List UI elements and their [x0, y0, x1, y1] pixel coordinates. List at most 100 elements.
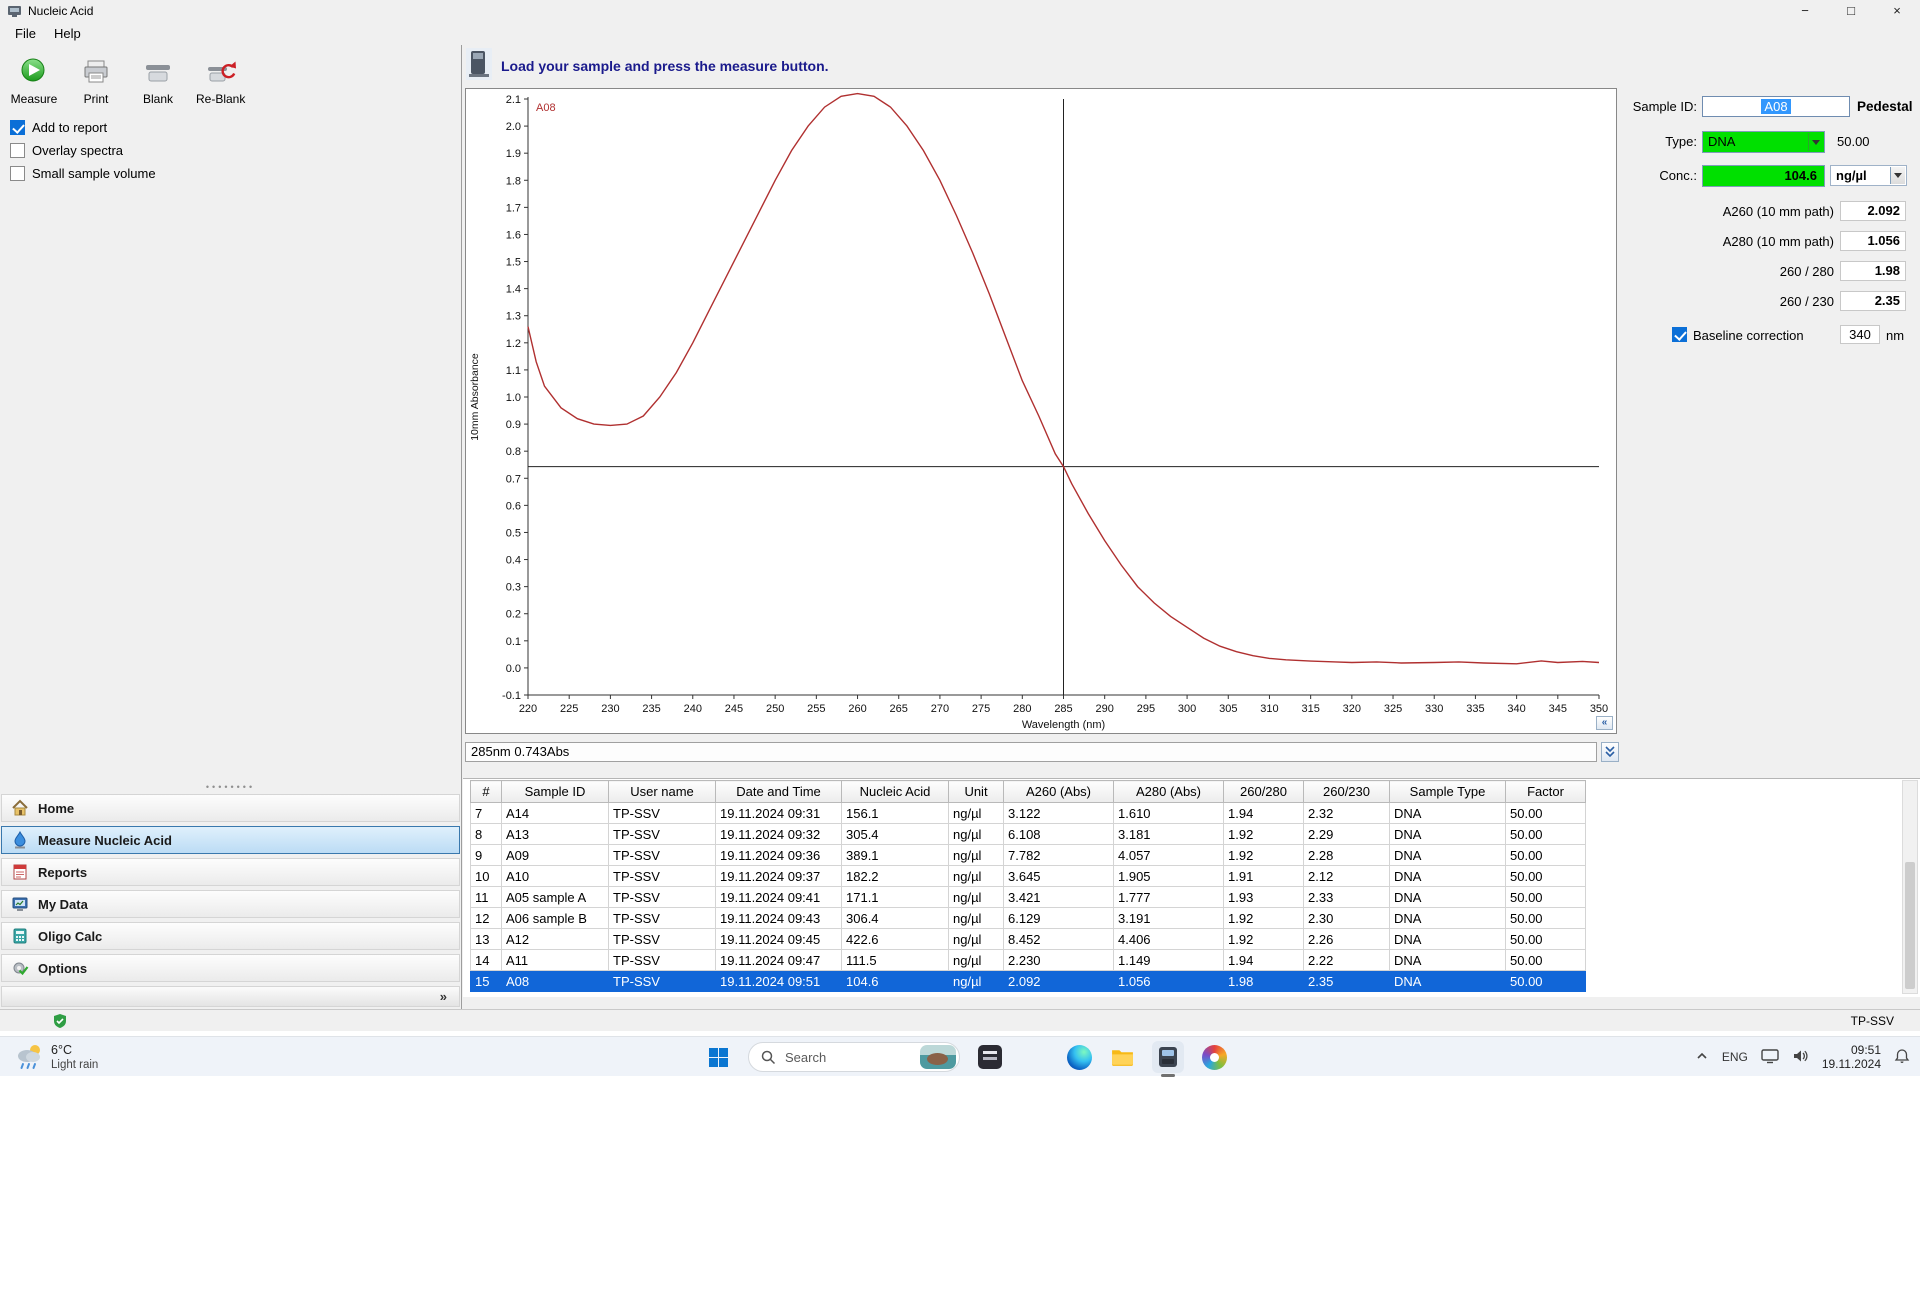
sidebar-item-reports[interactable]: Reports: [1, 858, 460, 886]
expand-table-button[interactable]: [1601, 742, 1619, 762]
table-cell[interactable]: ng/µl: [948, 907, 1004, 929]
checkbox-add-to-report[interactable]: Add to report: [10, 120, 461, 135]
table-cell[interactable]: 50.00: [1505, 823, 1586, 845]
table-cell[interactable]: ng/µl: [948, 886, 1004, 908]
menu-help[interactable]: Help: [45, 24, 90, 43]
blank-button[interactable]: Blank: [134, 57, 182, 106]
language-indicator[interactable]: ENG: [1722, 1050, 1748, 1064]
search-highlight-image[interactable]: [920, 1045, 956, 1069]
start-button[interactable]: [705, 1044, 731, 1070]
checkbox-box[interactable]: [10, 143, 25, 158]
table-cell[interactable]: ng/µl: [948, 844, 1004, 866]
column-header-260-280[interactable]: 260/280: [1223, 780, 1304, 803]
table-cell[interactable]: A11: [501, 949, 609, 971]
table-cell[interactable]: 50.00: [1505, 949, 1586, 971]
column-header-260-230[interactable]: 260/230: [1303, 780, 1390, 803]
taskbar-file-explorer[interactable]: [1109, 1044, 1135, 1070]
table-cell[interactable]: ng/µl: [948, 928, 1004, 950]
column-header-unit[interactable]: Unit: [948, 780, 1004, 803]
table-cell[interactable]: 1.149: [1113, 949, 1224, 971]
table-cell[interactable]: 1.056: [1113, 970, 1224, 992]
table-cell[interactable]: DNA: [1389, 802, 1506, 824]
type-select[interactable]: DNA: [1702, 131, 1825, 153]
table-cell[interactable]: 2.12: [1303, 865, 1390, 887]
table-cell[interactable]: A10: [501, 865, 609, 887]
table-cell[interactable]: 1.91: [1223, 865, 1304, 887]
chevron-down-icon[interactable]: [1808, 133, 1823, 151]
table-cell[interactable]: A08: [501, 970, 609, 992]
table-cell[interactable]: 2.29: [1303, 823, 1390, 845]
table-cell[interactable]: 8: [470, 823, 502, 845]
weather-widget[interactable]: 6°C Light rain: [14, 1041, 98, 1074]
cast-display-icon[interactable]: [1761, 1048, 1779, 1067]
table-cell[interactable]: 4.057: [1113, 844, 1224, 866]
table-cell[interactable]: 3.191: [1113, 907, 1224, 929]
table-row[interactable]: 12 A06 sample B TP-SSV 19.11.2024 09:43 306.…: [470, 907, 1586, 929]
table-cell[interactable]: 50.00: [1505, 970, 1586, 992]
table-cell[interactable]: 50.00: [1505, 865, 1586, 887]
taskbar-clock[interactable]: 09:51 19.11.2024: [1822, 1043, 1881, 1071]
table-cell[interactable]: 156.1: [841, 802, 949, 824]
conc-value-field[interactable]: 104.6: [1702, 165, 1825, 187]
table-cell[interactable]: 422.6: [841, 928, 949, 950]
table-cell[interactable]: DNA: [1389, 886, 1506, 908]
table-cell[interactable]: 19.11.2024 09:32: [715, 823, 842, 845]
sidebar-item-home[interactable]: Home: [1, 794, 460, 822]
table-cell[interactable]: A12: [501, 928, 609, 950]
column-header-user-name[interactable]: User name: [608, 780, 716, 803]
table-cell[interactable]: 50.00: [1505, 928, 1586, 950]
table-cell[interactable]: 104.6: [841, 970, 949, 992]
table-cell[interactable]: 3.122: [1003, 802, 1114, 824]
table-cell[interactable]: 15: [470, 970, 502, 992]
tray-chevron-up-icon[interactable]: [1695, 1049, 1709, 1066]
table-cell[interactable]: 7.782: [1003, 844, 1114, 866]
table-cell[interactable]: DNA: [1389, 865, 1506, 887]
column-header-date-and-time[interactable]: Date and Time: [715, 780, 842, 803]
sample-id-input[interactable]: A08: [1702, 96, 1850, 117]
table-cell[interactable]: DNA: [1389, 928, 1506, 950]
table-cell[interactable]: 13: [470, 928, 502, 950]
table-cell[interactable]: 1.92: [1223, 928, 1304, 950]
table-scrollbar[interactable]: [1902, 780, 1918, 994]
table-row[interactable]: 15 A08 TP-SSV 19.11.2024 09:51 104.6 ng/µl 2.0…: [470, 970, 1586, 992]
table-cell[interactable]: 6.108: [1003, 823, 1114, 845]
table-cell[interactable]: TP-SSV: [608, 928, 716, 950]
table-cell[interactable]: 11: [470, 886, 502, 908]
table-row[interactable]: 9 A09 TP-SSV 19.11.2024 09:36 389.1 ng/µl 7.78…: [470, 844, 1586, 866]
table-cell[interactable]: 306.4: [841, 907, 949, 929]
table-cell[interactable]: 1.93: [1223, 886, 1304, 908]
table-cell[interactable]: TP-SSV: [608, 970, 716, 992]
table-cell[interactable]: 14: [470, 949, 502, 971]
panel-splitter[interactable]: ••••••••: [0, 782, 461, 792]
column-header-[interactable]: #: [470, 780, 502, 803]
table-cell[interactable]: A05 sample A: [501, 886, 609, 908]
column-header-nucleic-acid[interactable]: Nucleic Acid: [841, 780, 949, 803]
taskbar-pinned-app[interactable]: [977, 1044, 1003, 1070]
volume-icon[interactable]: [1792, 1048, 1809, 1067]
table-cell[interactable]: DNA: [1389, 844, 1506, 866]
table-cell[interactable]: 1.610: [1113, 802, 1224, 824]
table-cell[interactable]: 111.5: [841, 949, 949, 971]
table-cell[interactable]: 12: [470, 907, 502, 929]
sidebar-item-measure-nucleic-acid[interactable]: Measure Nucleic Acid: [1, 826, 460, 854]
table-cell[interactable]: A13: [501, 823, 609, 845]
checkbox-box[interactable]: [10, 120, 25, 135]
scrollbar-thumb[interactable]: [1905, 861, 1915, 989]
table-cell[interactable]: 19.11.2024 09:41: [715, 886, 842, 908]
baseline-correction-checkbox[interactable]: [1672, 327, 1687, 342]
table-cell[interactable]: 7: [470, 802, 502, 824]
table-row[interactable]: 7 A14 TP-SSV 19.11.2024 09:31 156.1 ng/µl 3.12…: [470, 802, 1586, 824]
table-cell[interactable]: ng/µl: [948, 865, 1004, 887]
table-cell[interactable]: ng/µl: [948, 802, 1004, 824]
sidebar-item-my-data[interactable]: My Data: [1, 890, 460, 918]
table-cell[interactable]: DNA: [1389, 949, 1506, 971]
table-cell[interactable]: ng/µl: [948, 949, 1004, 971]
table-cell[interactable]: 1.92: [1223, 823, 1304, 845]
table-cell[interactable]: DNA: [1389, 823, 1506, 845]
table-cell[interactable]: 19.11.2024 09:31: [715, 802, 842, 824]
column-header-factor[interactable]: Factor: [1505, 780, 1586, 803]
table-cell[interactable]: TP-SSV: [608, 949, 716, 971]
table-cell[interactable]: 2.33: [1303, 886, 1390, 908]
table-cell[interactable]: 2.230: [1003, 949, 1114, 971]
table-cell[interactable]: TP-SSV: [608, 802, 716, 824]
